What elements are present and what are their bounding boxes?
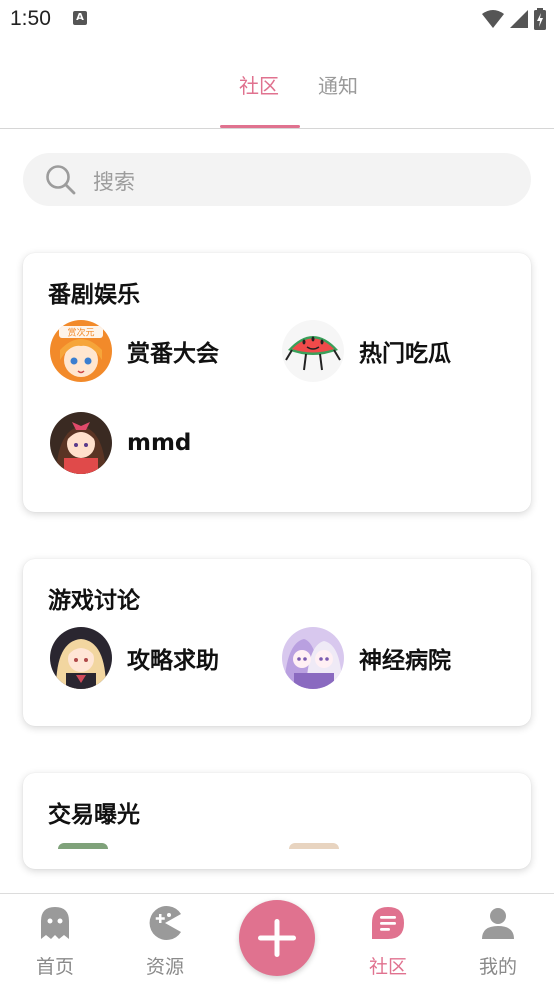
nav-label: 资源 (145, 956, 184, 978)
section-card-trade: 交易曝光 (23, 773, 531, 869)
forum-avatar (282, 320, 344, 382)
nav-community[interactable]: 社区 (333, 894, 443, 986)
forum-item-asylum[interactable]: 神经病院 (282, 627, 451, 689)
search-input[interactable]: 搜索 (23, 153, 531, 206)
tab-notifications[interactable]: 通知 (318, 70, 358, 99)
section-title: 游戏讨论 (48, 588, 140, 614)
pacman-icon (149, 906, 181, 940)
search-placeholder: 搜索 (93, 170, 135, 194)
forum-label: 攻略求助 (127, 648, 219, 674)
plus-icon (258, 919, 296, 957)
top-tabs: 社区 通知 (0, 60, 554, 130)
forum-item-mmd[interactable]: mmd (50, 412, 191, 474)
wifi-icon (482, 10, 504, 28)
notification-a-icon: A (73, 11, 87, 25)
tabs-divider (0, 128, 554, 129)
add-post-button[interactable] (239, 900, 315, 976)
section-title: 交易曝光 (48, 802, 140, 828)
forum-avatar: 赏次元 (50, 320, 112, 382)
ghost-icon (41, 907, 69, 939)
signal-icon (510, 10, 528, 28)
nav-label: 我的 (478, 956, 517, 978)
nav-label: 社区 (368, 956, 407, 978)
forum-avatar-partial (289, 843, 339, 849)
avatar-badge-text: 赏次元 (67, 327, 94, 339)
nav-profile[interactable]: 我的 (443, 894, 553, 986)
forum-label: 热门吃瓜 (359, 341, 451, 367)
search-icon (46, 165, 76, 195)
battery-icon (534, 8, 546, 30)
forum-avatar (50, 412, 112, 474)
status-bar: 1:50 A (0, 0, 554, 40)
forum-avatar-partial (58, 843, 108, 849)
person-icon (482, 908, 514, 939)
forum-label: 神经病院 (359, 648, 451, 674)
forum-avatar (50, 627, 112, 689)
section-card-games: 游戏讨论 攻略求助 神经病院 (23, 559, 531, 726)
forum-avatar (282, 627, 344, 689)
nav-label: 首页 (35, 956, 74, 978)
section-card-anime: 番剧娱乐 赏次元 赏番大会 热门吃瓜 mmd (23, 253, 531, 512)
forum-item-guides[interactable]: 攻略求助 (50, 627, 219, 689)
status-time: 1:50 (10, 7, 51, 30)
nav-resources[interactable]: 资源 (110, 894, 220, 986)
forum-item-gossip[interactable]: 热门吃瓜 (282, 320, 451, 382)
forum-item-shangfan[interactable]: 赏次元 赏番大会 (50, 320, 219, 382)
tab-community[interactable]: 社区 (239, 70, 279, 99)
section-title: 番剧娱乐 (48, 282, 140, 308)
forum-label: mmd (127, 430, 192, 456)
forum-label: 赏番大会 (127, 341, 219, 367)
chat-icon (372, 907, 404, 939)
nav-home[interactable]: 首页 (0, 894, 110, 986)
status-icons (482, 8, 546, 30)
